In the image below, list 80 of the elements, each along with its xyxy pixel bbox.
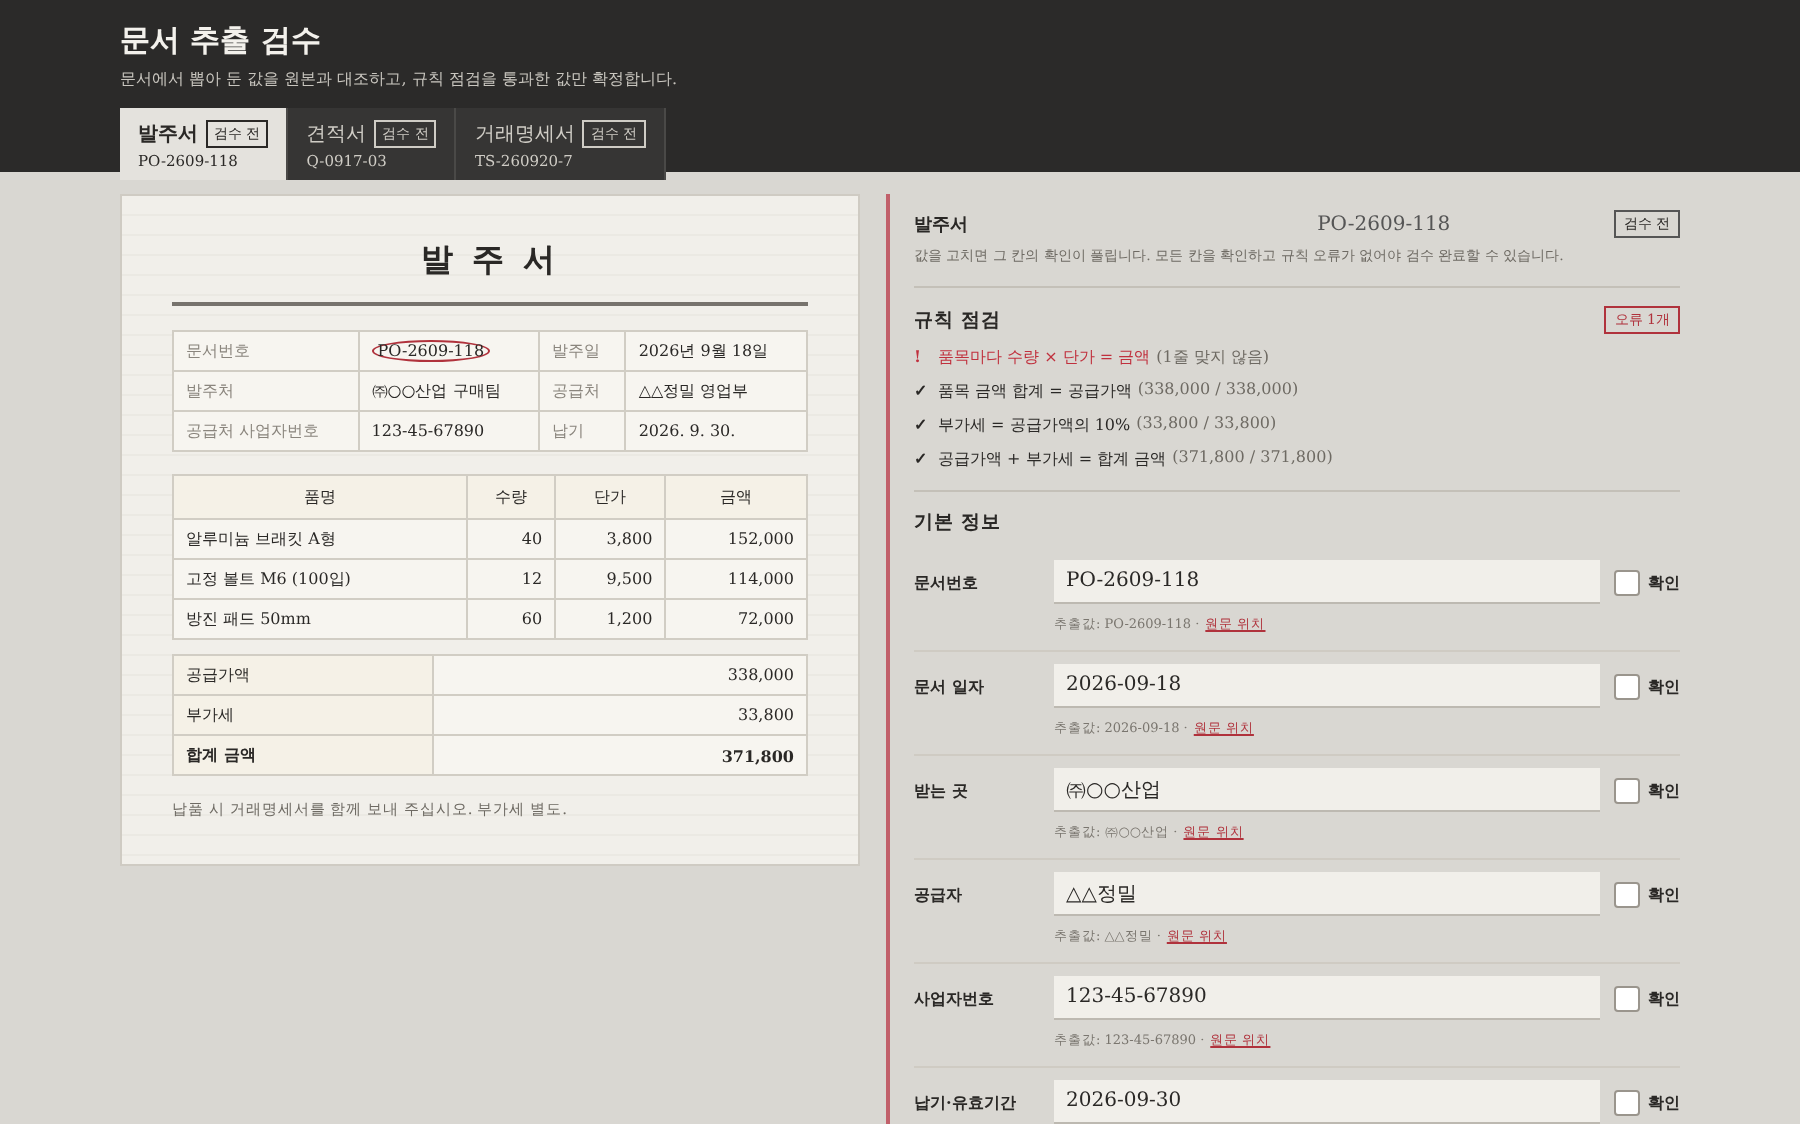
- check-icon: ✓: [914, 414, 926, 436]
- table-cell: 공급처 사업자번호: [173, 411, 359, 451]
- table-cell: 납기: [539, 411, 626, 451]
- warning-icon: !: [914, 346, 926, 368]
- table-cell: 공급가액: [173, 655, 433, 695]
- checkbox[interactable]: [1614, 985, 1640, 1011]
- check-icon: ✓: [914, 448, 926, 470]
- field-label: 공급자: [914, 883, 964, 905]
- column-header: 단가: [555, 475, 666, 519]
- table-cell: 방진 패드 50mm: [173, 599, 467, 639]
- page-title: 문서 추출 검수: [120, 22, 323, 62]
- input-field[interactable]: 123-45-67890: [1054, 976, 1600, 1020]
- rule-detail: (371,800 / 371,800): [1172, 448, 1333, 470]
- field-label: 문서번호: [914, 571, 980, 593]
- table-cell: 부가세: [173, 695, 433, 735]
- page-subtitle: 문서에서 뽑아 둔 값을 원본과 대조하고, 규칙 점검을 통과한 값만 확정합니다.: [120, 68, 680, 90]
- document-type: 발주서: [914, 213, 970, 237]
- table-cell: 합계 금액: [173, 735, 433, 775]
- field-label: 문서 일자: [914, 675, 986, 697]
- field-label: 받는 곳: [914, 779, 970, 801]
- checkbox-label: 확인: [1648, 883, 1680, 905]
- table-cell: 공급처: [539, 371, 626, 411]
- column-header: 품명: [173, 475, 467, 519]
- column-header: 수량: [466, 475, 556, 519]
- table-cell: 33,800: [433, 695, 807, 735]
- cell-value: 2026. 9. 30.: [638, 422, 736, 440]
- table-cell: 338,000: [433, 655, 807, 695]
- check-icon: ✓: [914, 380, 926, 402]
- checkbox-label: 확인: [1648, 675, 1680, 697]
- document-title: 발 주 서: [418, 240, 562, 282]
- rule-detail: (338,000 / 338,000): [1137, 380, 1299, 402]
- input-field[interactable]: PO-2609-118: [1054, 560, 1600, 604]
- table-cell: 9,500: [555, 559, 666, 599]
- column-header: 금액: [665, 475, 807, 519]
- checkbox-label: 확인: [1648, 571, 1680, 593]
- checkbox-label: 확인: [1648, 1091, 1680, 1113]
- cell-value: 2026년 9월 18일: [638, 342, 769, 360]
- rule-text: 품목마다 수량 × 단가 = 금액: [938, 346, 1151, 368]
- checkbox[interactable]: [1614, 1089, 1640, 1115]
- tab-label: 거래명세서: [474, 122, 575, 148]
- checkbox[interactable]: [1614, 673, 1640, 699]
- table-cell: 40: [466, 519, 556, 559]
- table-cell: 알루미늄 브래킷 A형: [173, 519, 467, 559]
- checkbox[interactable]: [1614, 881, 1640, 907]
- checkbox[interactable]: [1614, 777, 1640, 803]
- checkbox-label: 확인: [1648, 779, 1680, 801]
- table-cell: 1,200: [555, 599, 666, 639]
- checkbox-label: 확인: [1648, 987, 1680, 1009]
- document-number: PO-2609-118: [1317, 213, 1451, 235]
- table-cell: 3,800: [555, 519, 666, 559]
- table-cell: 60: [466, 599, 556, 639]
- input-field[interactable]: ㈜○○산업: [1054, 768, 1600, 812]
- cell-value: PO-2609-118: [371, 340, 491, 362]
- rule-text: 품목 금액 합계 = 공급가액: [938, 380, 1132, 402]
- table-cell: 72,000: [665, 599, 807, 639]
- rule-detail: (33,800 / 33,800): [1136, 414, 1277, 436]
- table-cell: 152,000: [665, 519, 807, 559]
- input-field[interactable]: △△정밀: [1054, 872, 1600, 916]
- rule-text: 공급가액 + 부가세 = 합계 금액: [938, 448, 1167, 470]
- section-title: 기본 정보: [914, 510, 1003, 536]
- cell-value: △△정밀 영업부: [638, 382, 749, 400]
- table-cell: 114,000: [665, 559, 807, 599]
- field-label: 납기·유효기간: [914, 1091, 1018, 1113]
- field-label: 사업자번호: [914, 987, 996, 1009]
- table-cell: 문서번호: [173, 331, 359, 371]
- table-cell: 12: [466, 559, 556, 599]
- cell-value: 123-45-67890: [371, 422, 485, 440]
- table-cell: 고정 볼트 M6 (100입): [173, 559, 467, 599]
- rule-detail: (1줄 맞지 않음): [1156, 346, 1270, 368]
- input-field[interactable]: 2026-09-30: [1054, 1080, 1600, 1124]
- rule-text: 부가세 = 공급가액의 10%: [938, 414, 1131, 436]
- tab-label: 발주서: [138, 122, 198, 148]
- table-cell: 371,800: [433, 735, 807, 775]
- cell-value: ㈜○○산업 구매팀: [371, 382, 501, 400]
- tab-label: 견적서: [306, 122, 367, 148]
- section-title: 규칙 점검: [914, 307, 1001, 333]
- checkbox[interactable]: [1614, 569, 1640, 595]
- input-field[interactable]: 2026-09-18: [1054, 664, 1600, 708]
- table-cell: 발주일: [539, 331, 626, 371]
- table-cell: 발주처: [173, 371, 359, 411]
